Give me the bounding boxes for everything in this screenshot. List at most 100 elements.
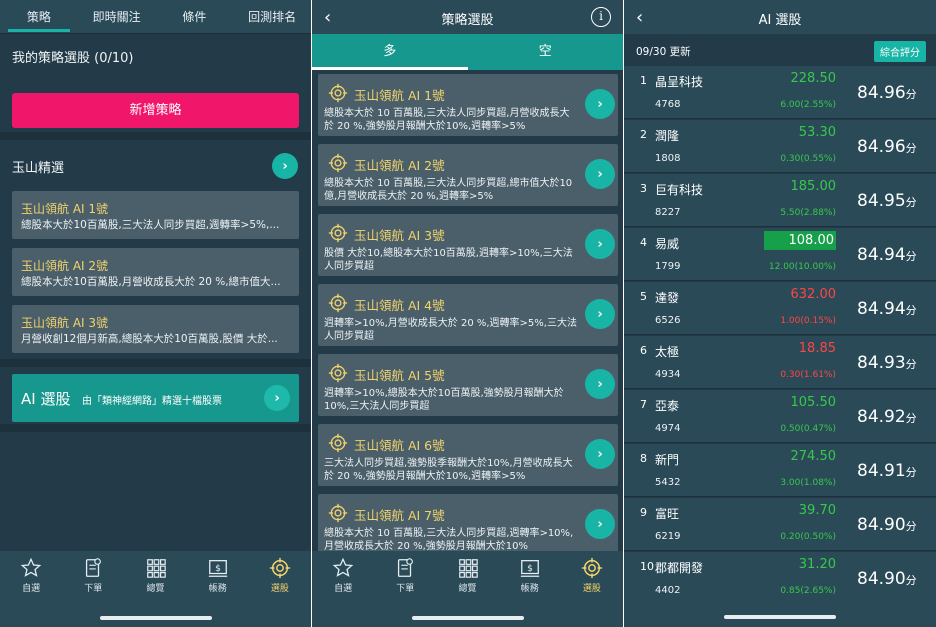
order-icon (398, 558, 414, 577)
stock-rank: 7 (640, 398, 647, 411)
strategy-card[interactable]: 玉山領航 AI 2號 總股本大於10百萬股,月營收成長大於 20 %,總市值大.… (12, 248, 299, 296)
stock-row[interactable]: 9 富旺 6219 39.70 0.20(0.50%) 84.90分 (624, 498, 936, 551)
stock-score: 84.94分 (857, 245, 917, 265)
stock-name: 太極 (655, 345, 680, 359)
strategy-open-button[interactable]: › (585, 229, 615, 259)
strategy-card-desc: 總股本大於 10 百萬股,三大法人同步買超,總市值大於10億,月營收成長大於 2… (324, 178, 573, 202)
strategy-open-button[interactable]: › (585, 439, 615, 469)
chevron-right-icon: › (597, 236, 603, 252)
stock-row[interactable]: 5 達發 6526 632.00 1.00(0.15%) 84.94分 (624, 282, 936, 335)
header: ‹ AI 選股 (624, 0, 936, 34)
strategy-card[interactable]: 玉山領航 AI 3號 股價 大於10,總股本大於10百萬股,週轉率>10%,三大… (318, 214, 618, 276)
strategy-card[interactable]: 玉山領航 AI 3號 月營收創12個月新高,總股本大於10百萬股,股價 大於..… (12, 305, 299, 353)
nav-watchlist[interactable]: 自選 (0, 557, 62, 599)
stock-code: 1799 (655, 261, 681, 272)
info-icon[interactable]: i (591, 7, 611, 27)
featured-section-header: 玉山精選 (0, 140, 311, 190)
star-icon (20, 557, 42, 577)
strategy-card[interactable]: 玉山領航 AI 5號 週轉率>10%,總股本大於10百萬股,強勢股月報酬大於10… (318, 354, 618, 416)
strategy-open-button[interactable]: › (585, 369, 615, 399)
strategy-card[interactable]: 玉山領航 AI 4號 週轉率>10%,月營收成長大於 20 %,週轉率>5%,三… (318, 284, 618, 346)
nav-order[interactable]: 下單 (62, 557, 124, 599)
nav-label: 帳務 (208, 584, 227, 594)
stock-row[interactable]: 4 易威 1799 108.00 12.00(10.00%) 84.94分 (624, 228, 936, 281)
nav-stock-picking[interactable]: 選股 (561, 557, 623, 599)
stock-price: 632.00 (790, 287, 837, 302)
stock-price: 105.50 (790, 395, 837, 410)
score-value: 84.94 (857, 299, 906, 319)
chevron-right-icon: › (597, 376, 603, 392)
stock-rank: 1 (640, 74, 647, 87)
strategy-card[interactable]: 玉山領航 AI 6號 三大法人同步買超,強勢股季報酬大於10%,月營收成長大於 … (318, 424, 618, 486)
stock-score: 84.96分 (857, 83, 917, 103)
nav-account[interactable]: $ 帳務 (499, 557, 561, 599)
tab-short[interactable]: 空 (468, 34, 624, 70)
stock-change: 3.00(1.08%) (780, 478, 836, 488)
strategy-card-title: 玉山領航 AI 4號 (354, 298, 445, 313)
stock-row[interactable]: 10 郡都開發 4402 31.20 0.85(2.65%) 84.90分 (624, 552, 936, 605)
strategy-card-desc: 總股本大於 10 百萬股,三大法人同步買超,月營收成長大於 20 %,強勢股月報… (324, 108, 570, 132)
stock-price: 108.00 (764, 231, 836, 250)
strategy-open-button[interactable]: › (585, 299, 615, 329)
strategy-card-desc: 三大法人同步買超,強勢股季報酬大於10%,月營收成長大於 20 %,強勢股月報酬… (324, 458, 573, 482)
strategy-card-title: 玉山領航 AI 2號 (21, 259, 109, 273)
strategy-open-button[interactable]: › (585, 89, 615, 119)
nav-watchlist[interactable]: 自選 (312, 557, 374, 599)
chevron-right-icon: › (274, 390, 280, 406)
strategy-open-button[interactable]: › (585, 509, 615, 539)
stock-code: 4402 (655, 585, 681, 596)
add-strategy-button[interactable]: 新增策略 (12, 93, 299, 128)
stock-score: 84.95分 (857, 191, 917, 211)
stock-code: 4934 (655, 369, 681, 380)
svg-text:$: $ (215, 563, 221, 574)
stock-row[interactable]: 6 太極 4934 18.85 0.30(1.61%) 84.93分 (624, 336, 936, 389)
stock-row[interactable]: 2 潤隆 1808 53.30 0.30(0.55%) 84.96分 (624, 120, 936, 173)
stock-row[interactable]: 1 晶呈科技 4768 228.50 6.00(2.55%) 84.96分 (624, 66, 936, 119)
nav-overview[interactable]: 總覽 (436, 557, 498, 599)
stock-change: 5.50(2.88%) (780, 208, 836, 218)
stock-name: 新門 (655, 453, 680, 467)
bottom-area (624, 600, 936, 627)
account-icon: $ (520, 560, 539, 577)
ai-picks-panel: ‹ AI 選股 09/30 更新 綜合評分 1 晶呈科技 4768 228.50 6.0… (624, 0, 936, 627)
sort-composite-score-button[interactable]: 綜合評分 (874, 41, 926, 62)
grid-icon (458, 559, 478, 578)
strategy-open-button[interactable]: › (585, 159, 615, 189)
stock-row[interactable]: 8 新門 5432 274.50 3.00(1.08%) 84.91分 (624, 444, 936, 497)
nav-order[interactable]: 下單 (374, 557, 436, 599)
strategy-card[interactable]: 玉山領航 AI 2號 總股本大於 10 百萬股,三大法人同步買超,總市值大於10… (318, 144, 618, 206)
target-icon (269, 557, 290, 579)
stock-price: 31.20 (798, 557, 836, 572)
tab-conditions[interactable]: 條件 (156, 0, 234, 34)
strategy-card[interactable]: 玉山領航 AI 1號 總股本大於 10 百萬股,三大法人同步買超,月營收成長大於… (318, 74, 618, 136)
section-more-button[interactable]: › (272, 153, 298, 179)
strategy-list[interactable]: 玉山領航 AI 1號 總股本大於 10 百萬股,三大法人同步買超,月營收成長大於… (312, 70, 623, 551)
nav-stock-picking[interactable]: 選股 (249, 557, 311, 599)
stock-row[interactable]: 3 巨有科技 8227 185.00 5.50(2.88%) 84.95分 (624, 174, 936, 227)
stock-price: 18.85 (798, 341, 836, 356)
score-value: 84.96 (857, 83, 906, 103)
stock-score: 84.92分 (857, 407, 917, 427)
strategy-card-desc: 股價 大於10,總股本大於10百萬股,週轉率>10%,三大法人同步買超 (324, 248, 573, 272)
svg-text:$: $ (527, 563, 533, 574)
header: ‹ 策略選股 i (312, 0, 623, 34)
tab-backtest-ranking[interactable]: 回測排名 (233, 0, 311, 34)
score-value: 84.95 (857, 191, 906, 211)
tab-long[interactable]: 多 (312, 34, 468, 70)
strategy-card[interactable]: 玉山領航 AI 7號 總股本大於 10 百萬股,三大法人同步買超,週轉率>10%… (318, 494, 618, 551)
stock-code: 6526 (655, 315, 681, 326)
target-icon (581, 557, 602, 579)
stock-row[interactable]: 7 亞泰 4974 105.50 0.50(0.47%) 84.92分 (624, 390, 936, 443)
stock-code: 8227 (655, 207, 681, 218)
stock-name: 易威 (655, 237, 680, 251)
stock-price: 39.70 (798, 503, 836, 518)
ai-card-title: AI 選股 (21, 390, 71, 408)
tab-realtime-watch[interactable]: 即時關注 (78, 0, 156, 34)
tab-strategy[interactable]: 策略 (0, 0, 78, 34)
nav-account[interactable]: $ 帳務 (187, 557, 249, 599)
nav-overview[interactable]: 總覽 (124, 557, 186, 599)
strategy-card-title: 玉山領航 AI 3號 (354, 228, 445, 243)
ai-stock-picking-card[interactable]: AI 選股 由「類神經網路」精選十檔股票 › (12, 374, 299, 422)
ai-card-arrow-button[interactable]: › (264, 385, 290, 411)
strategy-card[interactable]: 玉山領航 AI 1號 總股本大於10百萬股,三大法人同步買超,週轉率>5%,..… (12, 191, 299, 239)
